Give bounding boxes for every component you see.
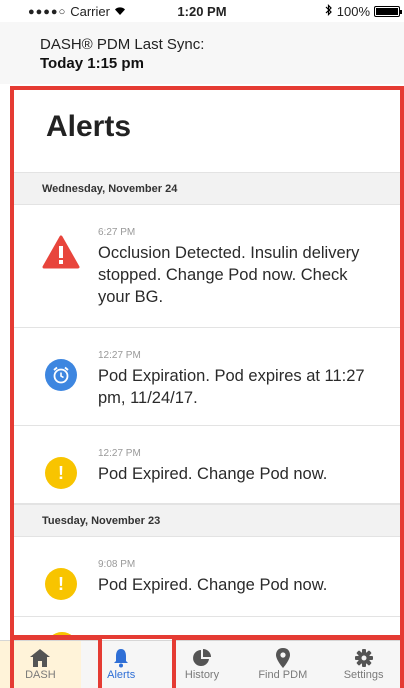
alert-time: 9:08 PM [98,559,136,570]
battery-percent: 100% [336,4,370,19]
tab-label: History [184,669,220,681]
warning-triangle-icon [42,233,80,271]
alert-time: 6:27 PM [98,227,136,238]
alert-message: Pod Expired. Change Pod now. [98,465,328,483]
alert-message: Pod Expiration. Pod expires at 11:27 pm,… [98,367,365,407]
exclamation-circle-icon: ! [42,565,80,603]
tab-history[interactable]: History [162,641,243,688]
page-title: Alerts [46,110,132,143]
sync-header: DASH® PDM Last Sync: Today 1:15 pm [0,22,404,84]
location-pin-icon [275,647,291,669]
gear-icon [354,647,374,669]
alerts-list[interactable]: Alerts Wednesday, November 24 6:27 PM Oc… [12,84,404,640]
alert-message: Occlusion Detected. Insulin delivery sto… [98,244,360,306]
sync-label: DASH® PDM Last Sync: [40,36,205,53]
tab-label: Settings [343,669,384,681]
list-item[interactable]: 6:27 PM Occlusion Detected. Insulin deli… [12,205,404,328]
alarm-clock-icon [42,356,80,394]
section-header: Wednesday, November 24 [12,172,404,205]
tab-label: Find PDM [258,669,308,681]
section-header: Tuesday, November 23 [12,504,404,537]
alert-message: Pod Expired. Change Pod now. [98,576,328,594]
battery-icon [374,6,402,17]
bell-icon [112,647,130,669]
sync-value: Today 1:15 pm [40,55,144,72]
tab-settings[interactable]: Settings [323,641,404,688]
tab-find-pdm[interactable]: Find PDM [242,641,323,688]
list-item[interactable]: ! 12:27 PM Pod Expired. Change Pod now. [12,426,404,504]
alert-time: 12:27 PM [98,350,141,361]
pie-chart-icon [192,647,212,669]
tab-label: Alerts [107,669,136,681]
list-item[interactable]: 12:27 PM Pod Expiration. Pod expires at … [12,328,404,426]
status-bar: ●●●●○ Carrier 1:20 PM 100% [0,0,404,22]
home-icon [29,647,51,669]
tab-dash[interactable]: DASH [0,641,81,688]
exclamation-circle-icon [46,632,78,640]
alert-time: 12:27 PM [98,448,141,459]
tab-bar: DASH Alerts History Find PDM Settings [0,640,404,688]
list-item[interactable]: ! 9:08 PM Pod Expired. Change Pod now. [12,537,404,617]
exclamation-circle-icon: ! [42,454,80,492]
bluetooth-icon [325,4,333,19]
tab-label: DASH [25,669,56,681]
tab-alerts[interactable]: Alerts [81,641,162,688]
